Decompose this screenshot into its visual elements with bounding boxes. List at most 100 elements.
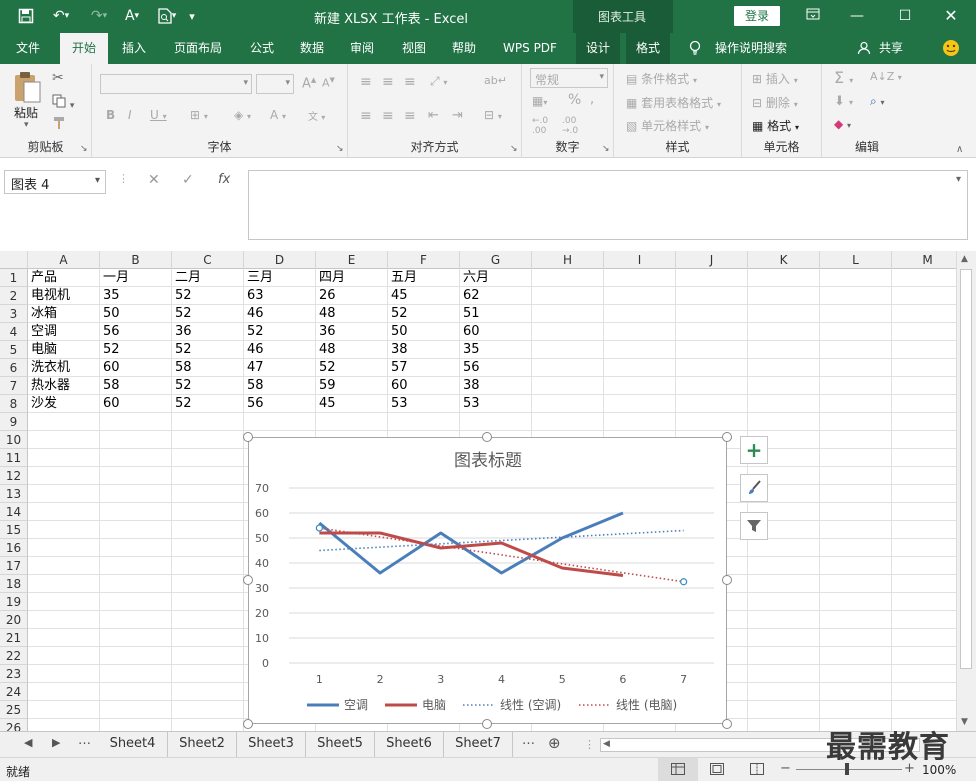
row-header[interactable]: 20 (0, 611, 28, 629)
alignment-launcher-icon[interactable]: ↘ (510, 144, 518, 154)
row-header[interactable]: 12 (0, 467, 28, 485)
resize-handle-t[interactable] (482, 432, 492, 442)
sheet-tab[interactable]: Sheet2 (168, 732, 237, 757)
font-name-dropdown[interactable]: ▾ (100, 74, 252, 94)
share-button[interactable]: 共享 (874, 33, 908, 64)
increase-indent-icon[interactable]: ⇥ (452, 108, 463, 123)
page-break-view-icon[interactable] (750, 763, 764, 778)
table-cell[interactable]: 35 (460, 341, 480, 359)
table-cell[interactable]: 56 (460, 359, 480, 377)
table-cell[interactable]: 57 (388, 359, 408, 377)
table-cell[interactable]: 60 (460, 323, 480, 341)
normal-view-button[interactable] (658, 758, 698, 781)
table-cell[interactable]: 电视机 (28, 287, 70, 305)
table-cell[interactable]: 产品 (28, 269, 57, 287)
add-sheet-icon[interactable]: ⊕ (548, 734, 561, 752)
font-size-dropdown[interactable]: ▾ (256, 74, 294, 94)
sheet-tab[interactable]: Sheet6 (375, 732, 444, 757)
resize-handle-tr[interactable] (722, 432, 732, 442)
column-header[interactable]: F (388, 251, 460, 269)
scroll-left-icon[interactable]: ◀ (603, 739, 610, 749)
more-sheets-left-icon[interactable]: … (78, 733, 91, 748)
font-color-icon[interactable]: A ▾ (270, 108, 286, 122)
table-cell[interactable]: 53 (388, 395, 408, 413)
table-cell[interactable]: 56 (100, 323, 120, 341)
select-all-corner[interactable] (0, 251, 28, 269)
save-icon[interactable] (14, 6, 38, 26)
table-cell[interactable]: 冰箱 (28, 305, 57, 323)
table-cell[interactable]: 38 (388, 341, 408, 359)
copy-icon[interactable]: ▾ (52, 94, 74, 111)
more-sheets-right-icon[interactable]: … (522, 733, 535, 748)
customize-qat-icon[interactable]: ▾ (184, 6, 200, 26)
resize-handle-b[interactable] (482, 719, 492, 729)
row-header[interactable]: 7 (0, 377, 28, 395)
vertical-scrollbar[interactable]: ▲ ▼ (956, 251, 976, 731)
format-painter-icon[interactable] (52, 116, 68, 133)
minimize-icon[interactable]: — (844, 4, 870, 28)
zoom-slider[interactable] (796, 769, 902, 770)
table-cell[interactable]: 46 (244, 305, 264, 323)
table-cell[interactable]: 52 (388, 305, 408, 323)
row-header[interactable]: 13 (0, 485, 28, 503)
resize-handle-r[interactable] (722, 575, 732, 585)
sort-filter-icon[interactable]: A↓Z ▾ (870, 70, 902, 83)
enter-formula-icon[interactable]: ✓ (182, 172, 194, 188)
table-cell[interactable]: 59 (316, 377, 336, 395)
wrap-text-icon[interactable]: ab↵ (484, 74, 507, 87)
sheet-tab[interactable]: Sheet4 (98, 732, 168, 757)
column-header[interactable]: E (316, 251, 388, 269)
row-header[interactable]: 1 (0, 269, 28, 287)
row-header[interactable]: 10 (0, 431, 28, 449)
prev-sheet-icon[interactable]: ◀ (24, 736, 32, 749)
tab-page-layout[interactable]: 页面布局 (166, 33, 230, 64)
collapse-ribbon-icon[interactable]: ∧ (956, 144, 963, 155)
resize-handle-l[interactable] (243, 575, 253, 585)
tab-view[interactable]: 视图 (392, 33, 436, 64)
tab-insert[interactable]: 插入 (112, 33, 156, 64)
column-header[interactable]: G (460, 251, 532, 269)
orientation-icon[interactable]: ⤢ ▾ (430, 74, 447, 89)
tell-me-search[interactable]: 操作说明搜索 (708, 33, 794, 64)
table-cell[interactable]: 电脑 (28, 341, 57, 359)
column-header[interactable]: D (244, 251, 316, 269)
table-cell[interactable]: 60 (100, 359, 120, 377)
row-header[interactable]: 19 (0, 593, 28, 611)
tab-wps-pdf[interactable]: WPS PDF (496, 33, 564, 64)
table-cell[interactable]: 58 (244, 377, 264, 395)
table-cell[interactable]: 58 (172, 359, 192, 377)
table-cell[interactable]: 50 (100, 305, 120, 323)
table-cell[interactable]: 58 (100, 377, 120, 395)
align-middle-icon[interactable]: ≡ (382, 74, 394, 90)
fill-color-icon[interactable]: ◈ ▾ (234, 108, 251, 122)
italic-icon[interactable]: I (128, 108, 132, 122)
row-header[interactable]: 25 (0, 701, 28, 719)
decrease-decimal-icon[interactable]: .00 →.0 (562, 116, 578, 136)
fill-icon[interactable]: ⬇ ▾ (834, 94, 853, 109)
autosum-icon[interactable]: Σ ▾ (834, 68, 853, 87)
tab-file[interactable]: 文件 (6, 33, 50, 64)
sheet-tab[interactable]: Sheet7 (444, 732, 513, 757)
print-preview-icon[interactable]: ▾ (152, 6, 182, 26)
phonetic-icon[interactable]: 文 ▾ (308, 108, 325, 123)
increase-decimal-icon[interactable]: ←.0.00 (532, 116, 548, 136)
table-cell[interactable]: 45 (316, 395, 336, 413)
tab-design[interactable]: 设计 (576, 33, 620, 64)
number-launcher-icon[interactable]: ↘ (602, 144, 610, 154)
table-cell[interactable]: 52 (172, 287, 192, 305)
ribbon-display-icon[interactable] (800, 4, 826, 28)
currency-icon[interactable]: ▦▾ (532, 94, 547, 108)
chart-object[interactable]: 图表标题 0 10 20 30 40 50 60 70 1 2 3 4 5 6 7 空调 电脑 线性 (空调)… (248, 437, 727, 724)
smiley-icon[interactable] (938, 33, 964, 64)
table-cell[interactable]: 52 (100, 341, 120, 359)
table-cell[interactable]: 56 (244, 395, 264, 413)
cancel-formula-icon[interactable]: ✕ (148, 172, 160, 188)
chart-styles-button[interactable] (740, 474, 768, 502)
table-cell[interactable]: 38 (460, 377, 480, 395)
conditional-format-item[interactable]: ▤ 条件格式 ▾ (626, 70, 697, 87)
table-cell[interactable]: 53 (460, 395, 480, 413)
table-cell[interactable]: 洗衣机 (28, 359, 70, 377)
tab-split-icon[interactable]: ⋮ (584, 738, 595, 751)
insert-cells-item[interactable]: ⊞ 插入 ▾ (752, 70, 798, 87)
resize-handle-bl[interactable] (243, 719, 253, 729)
